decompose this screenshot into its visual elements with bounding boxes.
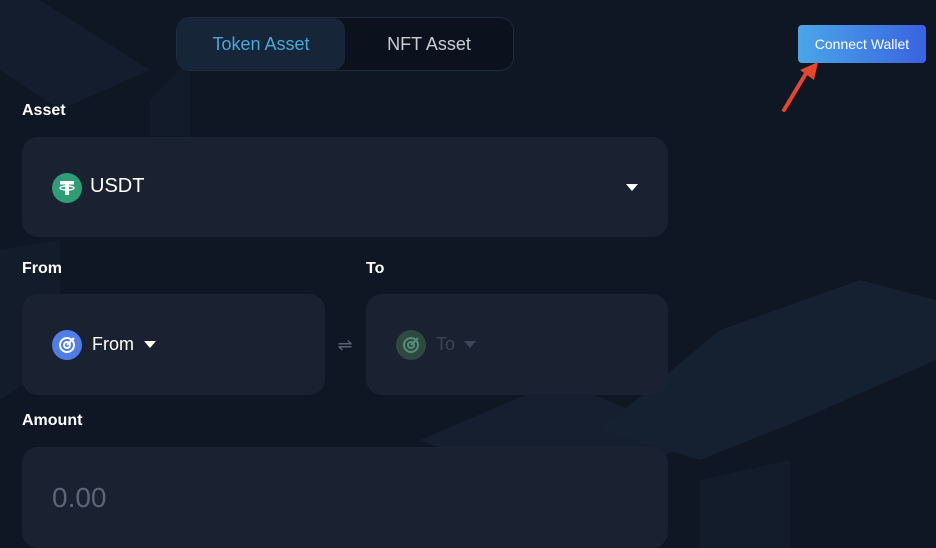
annotation-arrow-icon [782,62,818,112]
from-label: From [22,260,62,277]
amount-label: Amount [22,412,83,429]
swap-arrows-icon[interactable]: ⇌ [334,334,356,356]
asset-type-tabs: Token Asset NFT Asset [176,17,514,71]
asset-select[interactable]: USDT [22,137,668,237]
asset-label: Asset [22,102,66,119]
to-label: To [366,260,385,277]
chevron-down-icon [626,184,638,191]
from-chain-select[interactable]: From [22,294,325,395]
from-selected-value: From [92,334,134,354]
asset-selected-value: USDT [90,175,145,197]
chevron-down-icon [464,341,476,348]
tether-icon [52,173,82,203]
amount-field [22,447,668,548]
to-selected-value: To [436,334,456,354]
to-chain-icon [396,330,426,360]
tab-token-asset[interactable]: Token Asset [177,18,345,70]
amount-input[interactable] [52,481,632,515]
chevron-down-icon [144,341,156,348]
tab-nft-asset[interactable]: NFT Asset [345,18,513,70]
from-chain-icon [52,330,82,360]
to-chain-select[interactable]: To [366,294,668,395]
